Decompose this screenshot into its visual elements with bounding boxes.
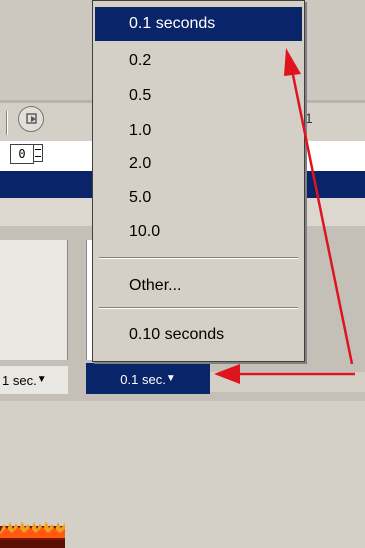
arrow-to-first-item	[284, 48, 354, 365]
waveform-image	[0, 521, 65, 548]
annotation-arrows	[214, 48, 355, 384]
arrow-to-rate-button	[214, 364, 355, 384]
